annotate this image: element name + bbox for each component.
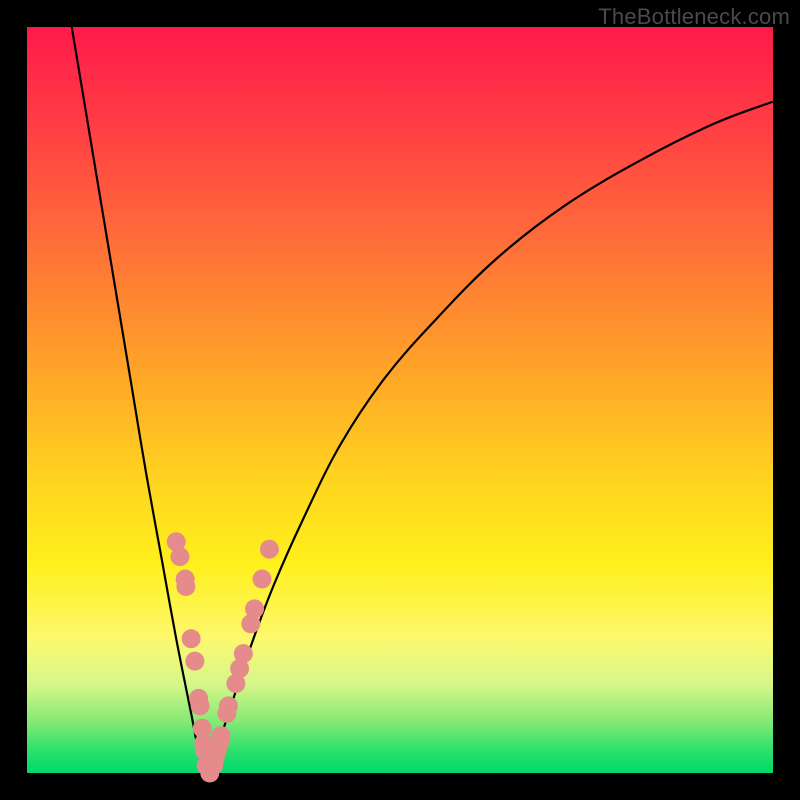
data-marker [245,599,264,618]
data-marker [182,629,201,648]
data-marker [211,726,230,745]
data-marker [191,696,210,715]
data-marker [234,644,253,663]
chart-svg [27,27,773,773]
data-marker [176,577,195,596]
curve-right-branch [206,102,773,773]
watermark-text: TheBottleneck.com [598,4,790,30]
data-marker [185,652,204,671]
chart-frame: TheBottleneck.com [0,0,800,800]
data-markers [167,532,279,782]
data-marker [170,547,189,566]
data-marker [219,696,238,715]
data-marker [260,540,279,559]
data-marker [252,570,271,589]
